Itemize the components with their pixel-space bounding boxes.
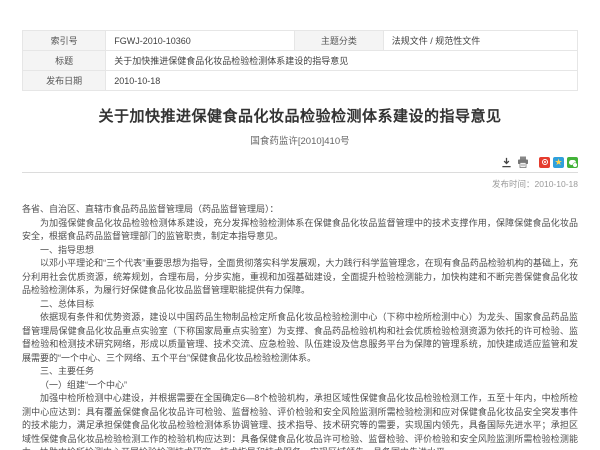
title-value: 关于加快推进保健食品化妆品检验检测体系建设的指导意见 bbox=[106, 51, 578, 71]
section-heading-2: 二、总体目标 bbox=[22, 298, 578, 312]
publish-time-label: 发布时间： bbox=[492, 179, 535, 189]
download-icon[interactable] bbox=[500, 156, 512, 168]
toolbar: ★ bbox=[22, 156, 578, 168]
publish-date-value: 2010-10-18 bbox=[106, 71, 578, 91]
divider bbox=[22, 172, 578, 173]
wechat-bubble-glyph bbox=[569, 160, 576, 165]
share-buttons: ★ bbox=[539, 157, 578, 168]
table-row: 发布日期 2010-10-18 bbox=[23, 71, 578, 91]
publish-time: 发布时间：2010-10-18 bbox=[22, 178, 578, 190]
meta-info-table: 索引号 FGWJ-2010-10360 主题分类 法规文件 / 规范性文件 标题… bbox=[22, 30, 578, 91]
subsection-heading: （一）组建“一个中心” bbox=[22, 379, 578, 393]
section-heading-1: 一、指导思想 bbox=[22, 244, 578, 258]
document-body: 各省、自治区、直辖市食品药品监督管理局（药品监督管理局）： 为加强保健食品化妆品… bbox=[22, 203, 578, 450]
page-title: 关于加快推进保健食品化妆品检验检测体系建设的指导意见 bbox=[22, 105, 578, 126]
title-label: 标题 bbox=[23, 51, 106, 71]
table-row: 索引号 FGWJ-2010-10360 主题分类 法规文件 / 规范性文件 bbox=[23, 31, 578, 51]
subject-category-value: 法规文件 / 规范性文件 bbox=[383, 31, 577, 51]
paragraph: 为加强保健食品化妆品检验检测体系建设，充分发挥检验检测体系在保健食品化妆品监督管… bbox=[22, 217, 578, 244]
table-row: 标题 关于加快推进保健食品化妆品检验检测体系建设的指导意见 bbox=[23, 51, 578, 71]
paragraph: 依据现有条件和优势资源，建设以中国药品生物制品检定所食品化妆品检验检测中心（下称… bbox=[22, 311, 578, 365]
weibo-share-icon[interactable] bbox=[539, 157, 550, 168]
paragraph: 加强中检所检测中心建设，并根据需要在全国确定6—8个检验机构，承担区域性保健食品… bbox=[22, 392, 578, 450]
document-number: 国食药监许[2010]410号 bbox=[22, 133, 578, 147]
index-number-value: FGWJ-2010-10360 bbox=[106, 31, 295, 51]
salutation-paragraph: 各省、自治区、直辖市食品药品监督管理局（药品监督管理局）： bbox=[22, 203, 578, 217]
publish-date-label: 发布日期 bbox=[23, 71, 106, 91]
weibo-eye-glyph bbox=[542, 159, 548, 165]
section-heading-3: 三、主要任务 bbox=[22, 365, 578, 379]
paragraph: 以邓小平理论和“三个代表”重要思想为指导，全面贯彻落实科学发展观，大力践行科学监… bbox=[22, 257, 578, 298]
document-page: 索引号 FGWJ-2010-10360 主题分类 法规文件 / 规范性文件 标题… bbox=[0, 0, 600, 450]
print-icon[interactable] bbox=[517, 156, 529, 168]
publish-time-value: 2010-10-18 bbox=[535, 179, 578, 189]
qzone-share-icon[interactable]: ★ bbox=[553, 157, 564, 168]
subject-category-label: 主题分类 bbox=[294, 31, 383, 51]
wechat-share-icon[interactable] bbox=[567, 157, 578, 168]
index-number-label: 索引号 bbox=[23, 31, 106, 51]
